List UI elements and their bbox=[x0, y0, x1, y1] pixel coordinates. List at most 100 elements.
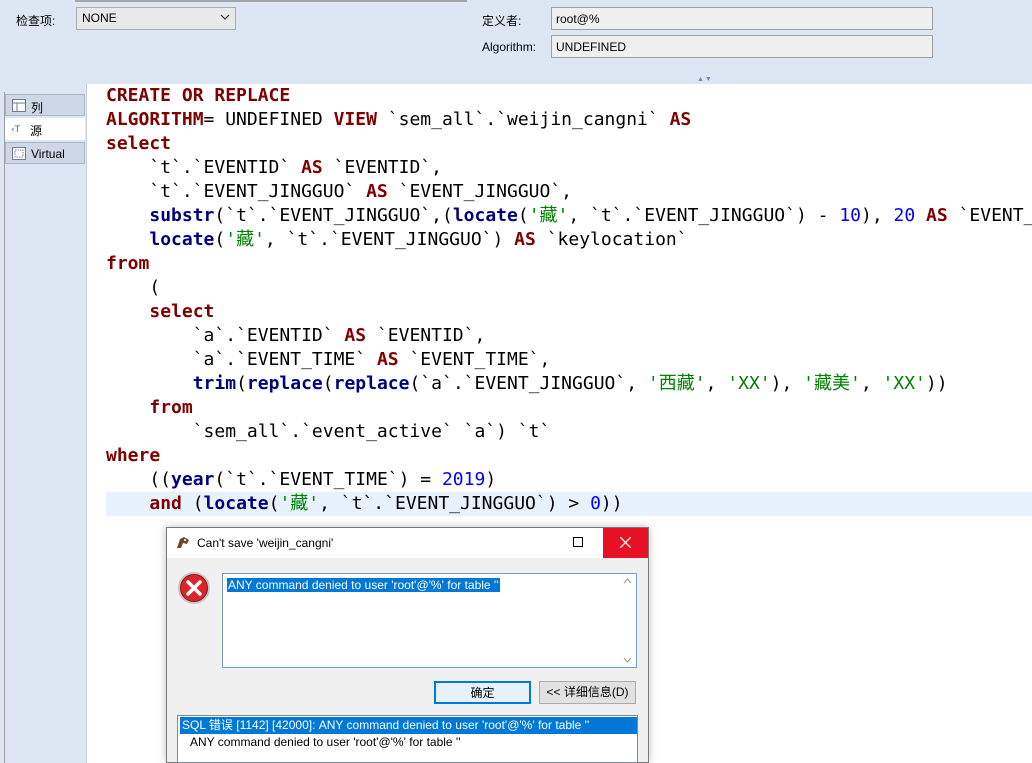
sql-text: (`t`.`EVENT_TIME`) = bbox=[214, 469, 442, 490]
tab-columns[interactable]: 列 bbox=[5, 94, 85, 116]
code-line[interactable]: `a`.`EVENTID` AS `EVENTID`, bbox=[106, 324, 1032, 348]
error-message-box[interactable]: ANY command denied to user 'root'@'%' fo… bbox=[222, 573, 637, 668]
sql-keyword: and bbox=[149, 493, 182, 514]
code-line[interactable]: ( bbox=[106, 276, 1032, 300]
code-line[interactable]: ALGORITHM= UNDEFINED VIEW `sem_all`.`wei… bbox=[106, 108, 1032, 132]
sql-text: `EVENTID`, bbox=[366, 325, 486, 346]
definer-label: 定义者: bbox=[482, 14, 522, 28]
columns-icon bbox=[12, 99, 26, 112]
sql-keyword: ALGORITHM bbox=[106, 109, 204, 130]
sql-text: `sem_all`.`event_active` `a`) `t` bbox=[106, 421, 551, 442]
code-line[interactable]: `sem_all`.`event_active` `a`) `t` bbox=[106, 420, 1032, 444]
error-dialog: Can't save 'weijin_cangni' ANY command d… bbox=[166, 527, 649, 763]
sql-number: 0 bbox=[590, 493, 601, 514]
sql-keyword: from bbox=[149, 397, 193, 418]
sql-text: ( bbox=[214, 229, 226, 250]
chevron-down-icon bbox=[220, 14, 230, 20]
tab-source[interactable]: ‹T 源 bbox=[5, 118, 85, 140]
sql-keyword: AS bbox=[514, 229, 536, 250]
code-line[interactable]: locate('藏', `t`.`EVENT_JINGGUO`) AS `key… bbox=[106, 228, 1032, 252]
algorithm-label: Algorithm: bbox=[482, 40, 537, 54]
definer-field[interactable]: root@% bbox=[551, 7, 933, 30]
sql-string: '藏美' bbox=[803, 373, 861, 394]
check-option-label: 检查项: bbox=[16, 14, 56, 28]
error-icon bbox=[178, 572, 210, 604]
code-line[interactable]: from bbox=[106, 396, 1032, 420]
sql-keyword: CREATE OR REPLACE bbox=[106, 85, 291, 106]
error-detail-row[interactable]: ANY command denied to user 'root'@'%' fo… bbox=[190, 735, 461, 749]
tab-columns-label: 列 bbox=[31, 101, 44, 115]
dbeaver-app-icon bbox=[177, 537, 189, 548]
algorithm-field[interactable]: UNDEFINED bbox=[551, 35, 933, 58]
code-line[interactable]: `t`.`EVENTID` AS `EVENTID`, bbox=[106, 156, 1032, 180]
check-option-select[interactable]: NONE bbox=[76, 7, 236, 30]
code-line[interactable]: where bbox=[106, 444, 1032, 468]
sql-string: '藏' bbox=[528, 205, 569, 226]
dialog-title: Can't save 'weijin_cangni' bbox=[197, 536, 334, 550]
sidebar-divider bbox=[4, 92, 5, 763]
error-message-text: ANY command denied to user 'root'@'%' fo… bbox=[227, 578, 500, 592]
tab-virtual[interactable]: Virtual bbox=[5, 142, 85, 164]
ok-button[interactable]: 确定 bbox=[434, 681, 531, 704]
error-detail-row[interactable]: SQL 错误 [1142] [42000]: ANY command denie… bbox=[180, 717, 637, 734]
code-line[interactable]: CREATE OR REPLACE bbox=[106, 84, 1032, 108]
sql-text: )) bbox=[925, 373, 948, 394]
sql-function: locate bbox=[149, 229, 215, 250]
tab-virtual-label: Virtual bbox=[31, 147, 65, 161]
code-line[interactable]: substr(`t`.`EVENT_JINGGUO`,(locate('藏', … bbox=[106, 204, 1032, 228]
sql-string: 'XX' bbox=[882, 373, 926, 394]
close-icon bbox=[620, 537, 631, 548]
sql-text: , `t`.`EVENT_JINGGUO`) - bbox=[568, 205, 840, 226]
code-line[interactable]: select bbox=[106, 300, 1032, 324]
code-line[interactable]: trim(replace(replace(`a`.`EVENT_JINGGUO`… bbox=[106, 372, 1032, 396]
tab-source-label: 源 bbox=[30, 124, 43, 138]
sql-keyword: AS bbox=[669, 109, 692, 130]
code-line[interactable]: and (locate('藏', `t`.`EVENT_JINGGUO`) > … bbox=[106, 492, 1032, 516]
sql-code[interactable]: CREATE OR REPLACE ALGORITHM= UNDEFINED VI… bbox=[106, 84, 1032, 516]
sql-string: 'XX' bbox=[727, 373, 771, 394]
sql-string: '西藏' bbox=[647, 373, 706, 394]
sql-text: `EVENT_TIME`, bbox=[398, 349, 551, 370]
virtual-icon bbox=[12, 147, 26, 160]
sql-text: ), bbox=[861, 205, 894, 226]
details-toggle-button[interactable]: << 详细信息(D) bbox=[539, 681, 636, 704]
sql-number: 20 bbox=[893, 205, 916, 226]
sql-text: ( bbox=[268, 493, 280, 514]
panel-top-edge bbox=[75, 0, 467, 2]
sql-text: ( bbox=[322, 373, 334, 394]
sql-text: (( bbox=[106, 469, 172, 490]
sql-text: ( bbox=[106, 277, 161, 298]
sql-function: substr bbox=[149, 205, 215, 226]
sql-function: replace bbox=[246, 373, 323, 394]
code-line[interactable]: `t`.`EVENT_JINGGUO` AS `EVENT_JINGGUO`, bbox=[106, 180, 1032, 204]
sql-text: `t`.`EVENTID` bbox=[106, 157, 302, 178]
code-line[interactable]: ((year(`t`.`EVENT_TIME`) = 2019) bbox=[106, 468, 1032, 492]
sql-keyword: where bbox=[106, 445, 161, 466]
sql-keyword: select bbox=[149, 301, 215, 322]
sql-function: locate bbox=[203, 493, 269, 514]
sql-text: `EVENT_JINGGUO`, bbox=[387, 181, 573, 202]
code-line[interactable]: `a`.`EVENT_TIME` AS `EVENT_TIME`, bbox=[106, 348, 1032, 372]
code-line[interactable]: select bbox=[106, 132, 1032, 156]
sql-keyword: VIEW bbox=[333, 109, 377, 130]
close-button[interactable] bbox=[603, 528, 648, 558]
sql-text: `a`.`EVENTID` bbox=[106, 325, 345, 346]
panel-splitter-handle[interactable]: ▲▼ bbox=[697, 76, 713, 83]
code-line[interactable]: from bbox=[106, 252, 1032, 276]
sql-function: locate bbox=[452, 205, 518, 226]
svg-text:‹T: ‹T bbox=[11, 125, 21, 135]
check-option-value: NONE bbox=[82, 11, 117, 25]
message-scrollbar[interactable] bbox=[620, 575, 635, 666]
sql-text: )) bbox=[600, 493, 623, 514]
sql-string: '藏' bbox=[225, 229, 265, 250]
sql-text: , `t`.`EVENT_JINGGUO`) bbox=[264, 229, 515, 250]
error-details-list[interactable]: SQL 错误 [1142] [42000]: ANY command denie… bbox=[177, 715, 638, 763]
dialog-titlebar[interactable]: Can't save 'weijin_cangni' bbox=[167, 528, 648, 558]
maximize-icon[interactable] bbox=[573, 537, 583, 547]
sql-text: (`a`.`EVENT_JINGGUO`, bbox=[409, 373, 648, 394]
sql-text: ( bbox=[236, 373, 247, 394]
